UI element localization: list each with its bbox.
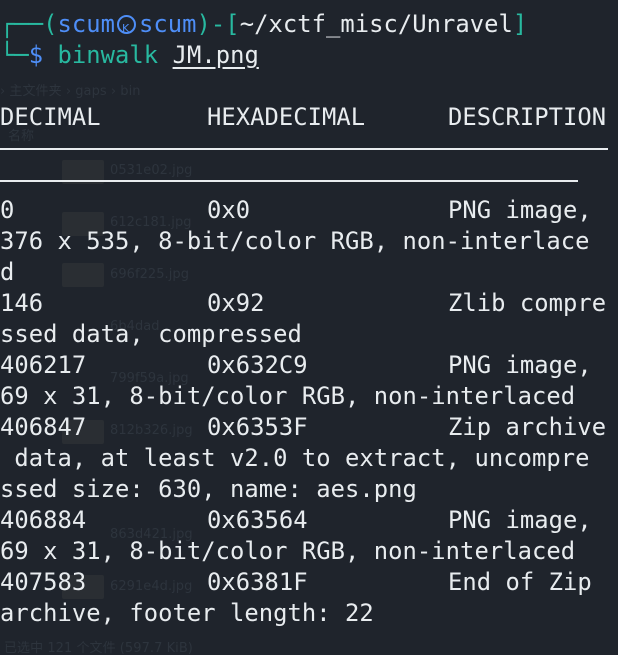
- command-name: binwalk: [57, 41, 159, 69]
- description-wrap: 69 x 31, 8-bit/color RGB, non-interlaced: [0, 537, 576, 565]
- description-wrap: 69 x 31, 8-bit/color RGB, non-interlaced: [0, 382, 576, 410]
- cell-hex: 0x6353F: [207, 413, 308, 441]
- cell-description: Zip archive: [448, 413, 607, 441]
- prompt-bracket: ]: [512, 10, 528, 38]
- cell-decimal: 406884: [0, 506, 87, 534]
- terminal-window[interactable]: › 主文件夹 › gaps › bin 名称 0531e02.jpg 612c1…: [0, 0, 618, 655]
- cell-description: PNG image,: [448, 196, 592, 224]
- header-decimal: DECIMAL: [0, 103, 101, 131]
- cell-decimal: 146: [0, 289, 44, 317]
- ghost-file: 0531e02.jpg: [110, 163, 193, 178]
- description-wrap: 376 x 535, 8-bit/color RGB, non-interlac…: [0, 227, 590, 255]
- header-separator-wrapped: [0, 180, 578, 182]
- cell-description: PNG image,: [448, 351, 592, 379]
- cell-hex: 0x0: [207, 196, 251, 224]
- header-separator: [0, 148, 608, 150]
- cell-decimal: 407583: [0, 568, 87, 596]
- description-wrap: data, at least v2.0 to extract, uncompre: [0, 444, 590, 472]
- cell-decimal: 0: [0, 196, 15, 224]
- ghost-file: 696f225.jpg: [110, 267, 190, 282]
- ghost-breadcrumb: › 主文件夹 › gaps › bin: [0, 84, 141, 99]
- header-hexadecimal: HEXADECIMAL: [207, 103, 366, 131]
- description-wrap: ssed size: 630, name: aes.png: [0, 475, 417, 503]
- cell-decimal: 406217: [0, 351, 87, 379]
- description-wrap: d: [0, 258, 15, 286]
- prompt-corner: ┌──(: [0, 10, 58, 38]
- prompt-separator: )-[: [196, 10, 240, 38]
- prompt-corner-bottom: └─: [0, 41, 29, 69]
- command-argument: JM.png: [172, 41, 259, 69]
- ghost-thumbnail: [62, 263, 104, 287]
- cell-description: Zlib compre: [448, 289, 607, 317]
- prompt-host: scum: [139, 10, 197, 38]
- description-wrap: ssed data, compressed: [0, 320, 302, 348]
- ghost-file: 6291e4d.jpg: [110, 579, 193, 594]
- kali-icon: [117, 13, 137, 44]
- prompt-user: scum: [57, 10, 116, 38]
- cell-hex: 0x92: [207, 289, 265, 317]
- ghost-status: 已选中 121 个文件 (597.7 KiB): [4, 641, 193, 655]
- cell-hex: 0x6381F: [207, 568, 308, 596]
- command-line[interactable]: └─$ binwalk JM.png: [0, 40, 259, 71]
- ghost-file: 812b326.jpg: [110, 423, 193, 438]
- cell-description: End of Zip: [448, 568, 592, 596]
- header-description: DESCRIPTION: [448, 103, 607, 131]
- cell-description: PNG image,: [448, 506, 592, 534]
- cell-hex: 0x632C9: [207, 351, 308, 379]
- prompt-line: ┌──(scumscum)-[~/xctf_misc/Unravel]: [0, 9, 528, 44]
- cell-decimal: 406847: [0, 413, 87, 441]
- description-wrap: archive, footer length: 22: [0, 599, 374, 627]
- prompt-dollar: $: [28, 41, 44, 69]
- cell-hex: 0x63564: [207, 506, 308, 534]
- prompt-path: ~/xctf_misc/Unravel: [239, 10, 513, 38]
